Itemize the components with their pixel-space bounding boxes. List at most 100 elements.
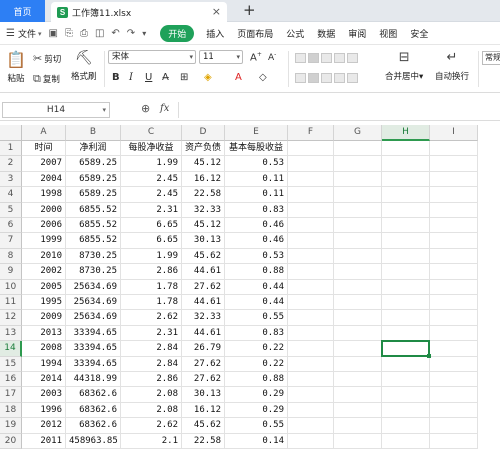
cell-e1[interactable]: 基本每股收益: [225, 141, 288, 157]
cell-e14[interactable]: 0.22: [225, 341, 288, 357]
cell-h9[interactable]: [382, 264, 430, 280]
cell-h12[interactable]: [382, 310, 430, 326]
cell-b17[interactable]: 68362.6: [66, 387, 121, 403]
outdent-icon[interactable]: [347, 53, 358, 63]
cell-a10[interactable]: 2005: [22, 279, 66, 295]
cell-i5[interactable]: [430, 202, 478, 218]
cell-a16[interactable]: 2014: [22, 372, 66, 388]
row-header-6[interactable]: 6: [0, 218, 22, 234]
row-header-17[interactable]: 17: [0, 387, 22, 403]
row-header-5[interactable]: 5: [0, 202, 22, 218]
cell-h6[interactable]: [382, 218, 430, 234]
cell-h18[interactable]: [382, 402, 430, 419]
cell-h19[interactable]: [382, 418, 430, 434]
cell-c20[interactable]: 2.1: [121, 433, 182, 449]
row-header-19[interactable]: 19: [0, 418, 22, 434]
menu-tab-data[interactable]: 数据: [317, 27, 335, 40]
cell-e9[interactable]: 0.88: [225, 264, 288, 280]
cell-i8[interactable]: [430, 248, 478, 265]
cell-c1[interactable]: 每股净收益: [121, 141, 182, 157]
cell-b11[interactable]: 25634.69: [66, 295, 121, 311]
cell-d16[interactable]: 27.62: [182, 372, 225, 388]
cell-i19[interactable]: [430, 418, 478, 434]
cell-g13[interactable]: [334, 325, 382, 342]
menu-tab-insert[interactable]: 插入: [206, 27, 224, 40]
cell-d2[interactable]: 45.12: [182, 156, 225, 172]
cell-g18[interactable]: [334, 402, 382, 419]
cell-f8[interactable]: [288, 248, 334, 265]
merge-center-button[interactable]: ⊟ 合并居中▾: [385, 50, 423, 82]
cell-b12[interactable]: 25634.69: [66, 310, 121, 326]
save-icon[interactable]: ▣: [49, 28, 58, 39]
cell-a18[interactable]: 1996: [22, 402, 66, 419]
cell-a8[interactable]: 2010: [22, 248, 66, 265]
cell-e12[interactable]: 0.55: [225, 310, 288, 326]
column-header-i[interactable]: I: [430, 125, 478, 141]
print-icon[interactable]: ⎙: [80, 28, 88, 39]
cell-e10[interactable]: 0.44: [225, 279, 288, 295]
cell-i3[interactable]: [430, 171, 478, 188]
cell-a6[interactable]: 2006: [22, 218, 66, 234]
cell-a20[interactable]: 2011: [22, 433, 66, 449]
close-icon[interactable]: ×: [212, 5, 221, 18]
cell-d7[interactable]: 30.13: [182, 233, 225, 249]
cell-f3[interactable]: [288, 171, 334, 188]
cell-h3[interactable]: [382, 171, 430, 188]
cell-h16[interactable]: [382, 372, 430, 388]
cell-b10[interactable]: 25634.69: [66, 279, 121, 295]
italic-button[interactable]: I: [129, 72, 133, 83]
cell-d20[interactable]: 22.58: [182, 433, 225, 449]
cell-c14[interactable]: 2.84: [121, 341, 182, 357]
cell-f5[interactable]: [288, 202, 334, 218]
cell-d1[interactable]: 资产负债: [182, 141, 225, 157]
cell-a11[interactable]: 1995: [22, 295, 66, 311]
cell-d13[interactable]: 44.61: [182, 325, 225, 342]
cell-c9[interactable]: 2.86: [121, 264, 182, 280]
cell-d17[interactable]: 30.13: [182, 387, 225, 403]
fill-handle[interactable]: [427, 353, 431, 358]
font-family-select[interactable]: 宋体 ▾: [108, 50, 196, 64]
cell-g19[interactable]: [334, 418, 382, 434]
cell-e2[interactable]: 0.53: [225, 156, 288, 172]
cell-d18[interactable]: 16.12: [182, 402, 225, 419]
cell-b18[interactable]: 68362.6: [66, 402, 121, 419]
cell-d12[interactable]: 32.33: [182, 310, 225, 326]
cell-g17[interactable]: [334, 387, 382, 403]
cell-f14[interactable]: [288, 341, 334, 357]
formula-input[interactable]: [178, 102, 498, 118]
cell-h20[interactable]: [382, 433, 430, 449]
align-left-icon[interactable]: [295, 73, 306, 83]
cell-c13[interactable]: 2.31: [121, 325, 182, 342]
cell-c18[interactable]: 2.08: [121, 402, 182, 419]
menu-tab-security[interactable]: 安全: [410, 27, 428, 40]
cell-d6[interactable]: 45.12: [182, 218, 225, 234]
cell-b19[interactable]: 68362.6: [66, 418, 121, 434]
cell-i17[interactable]: [430, 387, 478, 403]
column-header-b[interactable]: B: [66, 125, 121, 141]
cell-c16[interactable]: 2.86: [121, 372, 182, 388]
cell-h15[interactable]: [382, 356, 430, 372]
cell-f16[interactable]: [288, 372, 334, 388]
cell-g11[interactable]: [334, 295, 382, 311]
cell-b15[interactable]: 33394.65: [66, 356, 121, 372]
cell-a1[interactable]: 时间: [22, 141, 66, 157]
cell-b2[interactable]: 6589.25: [66, 156, 121, 172]
column-header-e[interactable]: E: [225, 125, 288, 141]
cell-f9[interactable]: [288, 264, 334, 280]
strikethrough-icon[interactable]: A̶: [162, 72, 169, 83]
cell-a17[interactable]: 2003: [22, 387, 66, 403]
cell-h17[interactable]: [382, 387, 430, 403]
cell-g10[interactable]: [334, 279, 382, 295]
cell-i11[interactable]: [430, 295, 478, 311]
more-icon[interactable]: ▾: [142, 29, 146, 38]
cell-h1[interactable]: [382, 141, 430, 157]
cell-d9[interactable]: 44.61: [182, 264, 225, 280]
column-header-c[interactable]: C: [121, 125, 182, 141]
cell-g9[interactable]: [334, 264, 382, 280]
increase-font-icon[interactable]: A+: [250, 51, 262, 63]
cell-a15[interactable]: 1994: [22, 356, 66, 372]
cell-f7[interactable]: [288, 233, 334, 249]
cell-c12[interactable]: 2.62: [121, 310, 182, 326]
cell-c5[interactable]: 2.31: [121, 202, 182, 218]
cell-i20[interactable]: [430, 433, 478, 449]
